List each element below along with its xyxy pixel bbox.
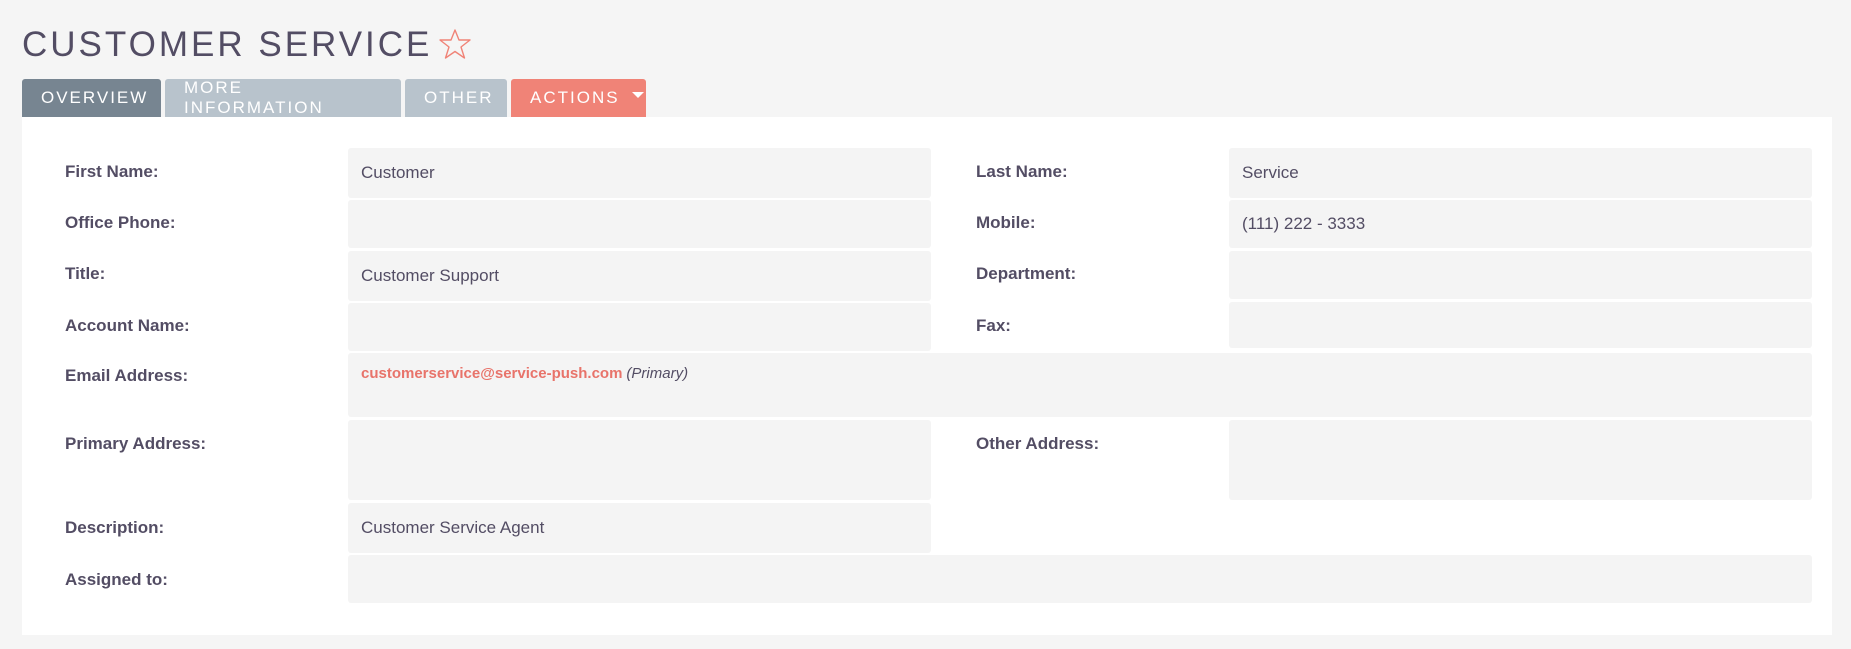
tab-overview-label: OVERVIEW: [41, 88, 149, 107]
other-address-field[interactable]: [1229, 420, 1812, 500]
page-title: CUSTOMER SERVICE: [22, 24, 433, 64]
other-address-label: Other Address:: [976, 434, 1100, 453]
assigned-to-label: Assigned to:: [65, 570, 168, 589]
email-address-field: customerservice@service-push.com (Primar…: [348, 353, 1812, 417]
mobile-value: (111) 222 - 3333: [1242, 214, 1366, 233]
detail-panel: First Name: Customer Last Name: Service …: [22, 117, 1832, 635]
description-value: Customer Service Agent: [361, 518, 545, 537]
fax-label: Fax:: [976, 316, 1011, 335]
first-name-label: First Name:: [65, 162, 159, 181]
first-name-value: Customer: [361, 163, 435, 182]
assigned-to-field[interactable]: [348, 555, 1812, 603]
description-field[interactable]: Customer Service Agent: [348, 503, 931, 553]
first-name-field[interactable]: Customer: [348, 148, 931, 198]
star-icon[interactable]: [438, 27, 472, 61]
email-address-label: Email Address:: [65, 366, 189, 385]
tab-more-information[interactable]: MORE INFORMATION: [165, 78, 401, 117]
email-primary-tag: (Primary): [626, 365, 689, 382]
actions-label: ACTIONS: [530, 88, 620, 107]
tab-bar: OVERVIEW MORE INFORMATION OTHER ACTIONS: [22, 78, 646, 117]
last-name-value: Service: [1242, 163, 1299, 182]
department-field[interactable]: [1229, 251, 1812, 299]
actions-dropdown-button[interactable]: ACTIONS: [511, 79, 646, 117]
title-value: Customer Support: [361, 266, 499, 285]
last-name-label: Last Name:: [976, 162, 1068, 181]
tab-other-label: OTHER: [424, 88, 494, 107]
tab-overview[interactable]: OVERVIEW: [22, 79, 161, 117]
account-name-label: Account Name:: [65, 316, 190, 335]
title-field[interactable]: Customer Support: [348, 251, 931, 301]
caret-down-icon: [631, 92, 644, 98]
page-header: CUSTOMER SERVICE: [22, 20, 472, 68]
department-label: Department:: [976, 264, 1077, 283]
account-name-field[interactable]: [348, 303, 931, 351]
office-phone-label: Office Phone:: [65, 213, 176, 232]
tab-more-information-label: MORE INFORMATION: [184, 78, 324, 117]
tab-other[interactable]: OTHER: [405, 79, 507, 117]
office-phone-field[interactable]: [348, 200, 931, 248]
mobile-label: Mobile:: [976, 213, 1036, 232]
title-label: Title:: [65, 264, 106, 283]
mobile-field[interactable]: (111) 222 - 3333: [1229, 200, 1812, 248]
fax-field[interactable]: [1229, 302, 1812, 348]
primary-address-label: Primary Address:: [65, 434, 207, 453]
email-link[interactable]: customerservice@service-push.com: [361, 365, 622, 382]
last-name-field[interactable]: Service: [1229, 148, 1812, 198]
primary-address-field[interactable]: [348, 420, 931, 500]
description-label: Description:: [65, 518, 165, 537]
